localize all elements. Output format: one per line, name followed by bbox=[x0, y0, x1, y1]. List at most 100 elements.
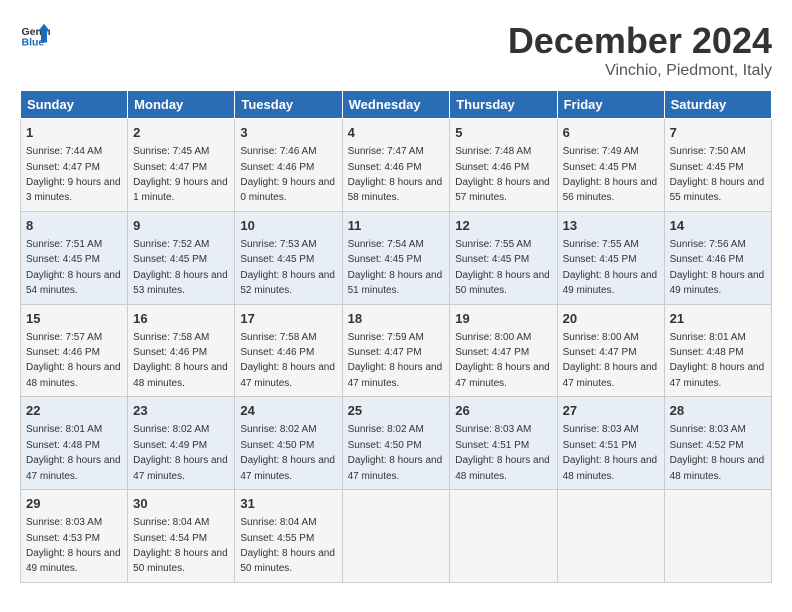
calendar-cell: 20 Sunrise: 8:00 AMSunset: 4:47 PMDayligh… bbox=[557, 304, 664, 397]
day-info: Sunrise: 7:52 AMSunset: 4:45 PMDaylight:… bbox=[133, 239, 228, 296]
day-info: Sunrise: 8:03 AMSunset: 4:51 PMDaylight:… bbox=[563, 424, 658, 481]
location: Vinchio, Piedmont, Italy bbox=[508, 62, 772, 80]
col-tuesday: Tuesday bbox=[235, 91, 342, 119]
week-row-2: 8 Sunrise: 7:51 AMSunset: 4:45 PMDaylight… bbox=[21, 211, 772, 304]
day-number: 30 bbox=[133, 495, 229, 513]
week-row-5: 29Sunrise: 8:03 AMSunset: 4:53 PMDayligh… bbox=[21, 490, 772, 583]
day-info: Sunrise: 7:54 AMSunset: 4:45 PMDaylight:… bbox=[348, 239, 443, 296]
calendar-cell: 1 Sunrise: 7:44 AMSunset: 4:47 PMDaylight… bbox=[21, 119, 128, 212]
day-info: Sunrise: 8:03 AMSunset: 4:53 PMDaylight:… bbox=[26, 517, 121, 574]
day-number: 2 bbox=[133, 124, 229, 142]
title-block: December 2024 Vinchio, Piedmont, Italy bbox=[508, 20, 772, 80]
day-number: 26 bbox=[455, 402, 551, 420]
calendar-cell: 3Sunrise: 7:46 AMSunset: 4:46 PMDaylight… bbox=[235, 119, 342, 212]
calendar-cell: 22 Sunrise: 8:01 AMSunset: 4:48 PMDayligh… bbox=[21, 397, 128, 490]
day-info: Sunrise: 7:51 AMSunset: 4:45 PMDaylight:… bbox=[26, 239, 121, 296]
calendar-cell: 14Sunrise: 7:56 AMSunset: 4:46 PMDayligh… bbox=[664, 211, 771, 304]
calendar-cell: 10 Sunrise: 7:53 AMSunset: 4:45 PMDayligh… bbox=[235, 211, 342, 304]
day-number: 21 bbox=[670, 310, 766, 328]
day-number: 17 bbox=[240, 310, 336, 328]
day-number: 6 bbox=[563, 124, 659, 142]
calendar-cell: 8 Sunrise: 7:51 AMSunset: 4:45 PMDaylight… bbox=[21, 211, 128, 304]
col-wednesday: Wednesday bbox=[342, 91, 450, 119]
header-row: Sunday Monday Tuesday Wednesday Thursday… bbox=[21, 91, 772, 119]
calendar-cell: 27 Sunrise: 8:03 AMSunset: 4:51 PMDayligh… bbox=[557, 397, 664, 490]
day-number: 5 bbox=[455, 124, 551, 142]
day-number: 25 bbox=[348, 402, 445, 420]
day-info: Sunrise: 7:45 AMSunset: 4:47 PMDaylight:… bbox=[133, 146, 228, 203]
day-info: Sunrise: 8:02 AMSunset: 4:50 PMDaylight:… bbox=[240, 424, 335, 481]
day-number: 22 bbox=[26, 402, 122, 420]
calendar-cell bbox=[664, 490, 771, 583]
calendar-cell bbox=[557, 490, 664, 583]
day-info: Sunrise: 7:48 AMSunset: 4:46 PMDaylight:… bbox=[455, 146, 550, 203]
day-info: Sunrise: 8:03 AMSunset: 4:51 PMDaylight:… bbox=[455, 424, 550, 481]
day-number: 7 bbox=[670, 124, 766, 142]
col-monday: Monday bbox=[128, 91, 235, 119]
calendar-cell: 26 Sunrise: 8:03 AMSunset: 4:51 PMDayligh… bbox=[450, 397, 557, 490]
day-info: Sunrise: 8:01 AMSunset: 4:48 PMDaylight:… bbox=[26, 424, 121, 481]
day-info: Sunrise: 8:04 AMSunset: 4:55 PMDaylight:… bbox=[240, 517, 335, 574]
day-info: Sunrise: 7:58 AMSunset: 4:46 PMDaylight:… bbox=[133, 332, 228, 389]
day-number: 11 bbox=[348, 217, 445, 235]
day-number: 23 bbox=[133, 402, 229, 420]
calendar-cell: 15 Sunrise: 7:57 AMSunset: 4:46 PMDayligh… bbox=[21, 304, 128, 397]
day-info: Sunrise: 7:53 AMSunset: 4:45 PMDaylight:… bbox=[240, 239, 335, 296]
logo: General Blue bbox=[20, 20, 50, 50]
calendar-cell: 18 Sunrise: 7:59 AMSunset: 4:47 PMDayligh… bbox=[342, 304, 450, 397]
calendar-cell: 7 Sunrise: 7:50 AMSunset: 4:45 PMDaylight… bbox=[664, 119, 771, 212]
day-number: 24 bbox=[240, 402, 336, 420]
calendar-cell: 19 Sunrise: 8:00 AMSunset: 4:47 PMDayligh… bbox=[450, 304, 557, 397]
day-info: Sunrise: 7:49 AMSunset: 4:45 PMDaylight:… bbox=[563, 146, 658, 203]
calendar-cell: 6 Sunrise: 7:49 AMSunset: 4:45 PMDaylight… bbox=[557, 119, 664, 212]
calendar-cell: 23 Sunrise: 8:02 AMSunset: 4:49 PMDayligh… bbox=[128, 397, 235, 490]
week-row-3: 15 Sunrise: 7:57 AMSunset: 4:46 PMDayligh… bbox=[21, 304, 772, 397]
logo-icon: General Blue bbox=[20, 20, 50, 50]
day-info: Sunrise: 8:00 AMSunset: 4:47 PMDaylight:… bbox=[563, 332, 658, 389]
calendar-table: Sunday Monday Tuesday Wednesday Thursday… bbox=[20, 90, 772, 583]
calendar-cell: 21Sunrise: 8:01 AMSunset: 4:48 PMDayligh… bbox=[664, 304, 771, 397]
day-number: 28 bbox=[670, 402, 766, 420]
calendar-cell: 11 Sunrise: 7:54 AMSunset: 4:45 PMDayligh… bbox=[342, 211, 450, 304]
day-info: Sunrise: 7:44 AMSunset: 4:47 PMDaylight:… bbox=[26, 146, 121, 203]
day-number: 15 bbox=[26, 310, 122, 328]
day-number: 8 bbox=[26, 217, 122, 235]
week-row-1: 1 Sunrise: 7:44 AMSunset: 4:47 PMDaylight… bbox=[21, 119, 772, 212]
calendar-cell: 4Sunrise: 7:47 AMSunset: 4:46 PMDaylight… bbox=[342, 119, 450, 212]
calendar-cell: 25 Sunrise: 8:02 AMSunset: 4:50 PMDayligh… bbox=[342, 397, 450, 490]
day-info: Sunrise: 8:00 AMSunset: 4:47 PMDaylight:… bbox=[455, 332, 550, 389]
svg-text:Blue: Blue bbox=[22, 37, 45, 49]
day-info: Sunrise: 8:02 AMSunset: 4:49 PMDaylight:… bbox=[133, 424, 228, 481]
day-number: 20 bbox=[563, 310, 659, 328]
day-number: 12 bbox=[455, 217, 551, 235]
day-number: 4 bbox=[348, 124, 445, 142]
day-number: 1 bbox=[26, 124, 122, 142]
day-info: Sunrise: 7:55 AMSunset: 4:45 PMDaylight:… bbox=[563, 239, 658, 296]
day-number: 10 bbox=[240, 217, 336, 235]
calendar-cell: 29Sunrise: 8:03 AMSunset: 4:53 PMDayligh… bbox=[21, 490, 128, 583]
col-saturday: Saturday bbox=[664, 91, 771, 119]
day-number: 9 bbox=[133, 217, 229, 235]
day-number: 3 bbox=[240, 124, 336, 142]
page-header: General Blue December 2024 Vinchio, Pied… bbox=[20, 20, 772, 80]
day-number: 18 bbox=[348, 310, 445, 328]
calendar-cell: 16 Sunrise: 7:58 AMSunset: 4:46 PMDayligh… bbox=[128, 304, 235, 397]
week-row-4: 22 Sunrise: 8:01 AMSunset: 4:48 PMDayligh… bbox=[21, 397, 772, 490]
day-number: 14 bbox=[670, 217, 766, 235]
day-info: Sunrise: 7:50 AMSunset: 4:45 PMDaylight:… bbox=[670, 146, 765, 203]
month-title: December 2024 bbox=[508, 20, 772, 62]
calendar-cell: 31Sunrise: 8:04 AMSunset: 4:55 PMDayligh… bbox=[235, 490, 342, 583]
day-info: Sunrise: 8:03 AMSunset: 4:52 PMDaylight:… bbox=[670, 424, 765, 481]
day-info: Sunrise: 8:02 AMSunset: 4:50 PMDaylight:… bbox=[348, 424, 443, 481]
day-number: 16 bbox=[133, 310, 229, 328]
calendar-cell: 2 Sunrise: 7:45 AMSunset: 4:47 PMDaylight… bbox=[128, 119, 235, 212]
col-sunday: Sunday bbox=[21, 91, 128, 119]
calendar-cell bbox=[342, 490, 450, 583]
calendar-cell: 30 Sunrise: 8:04 AMSunset: 4:54 PMDayligh… bbox=[128, 490, 235, 583]
col-thursday: Thursday bbox=[450, 91, 557, 119]
day-info: Sunrise: 7:57 AMSunset: 4:46 PMDaylight:… bbox=[26, 332, 121, 389]
day-info: Sunrise: 7:59 AMSunset: 4:47 PMDaylight:… bbox=[348, 332, 443, 389]
day-number: 19 bbox=[455, 310, 551, 328]
day-number: 27 bbox=[563, 402, 659, 420]
day-info: Sunrise: 8:04 AMSunset: 4:54 PMDaylight:… bbox=[133, 517, 228, 574]
